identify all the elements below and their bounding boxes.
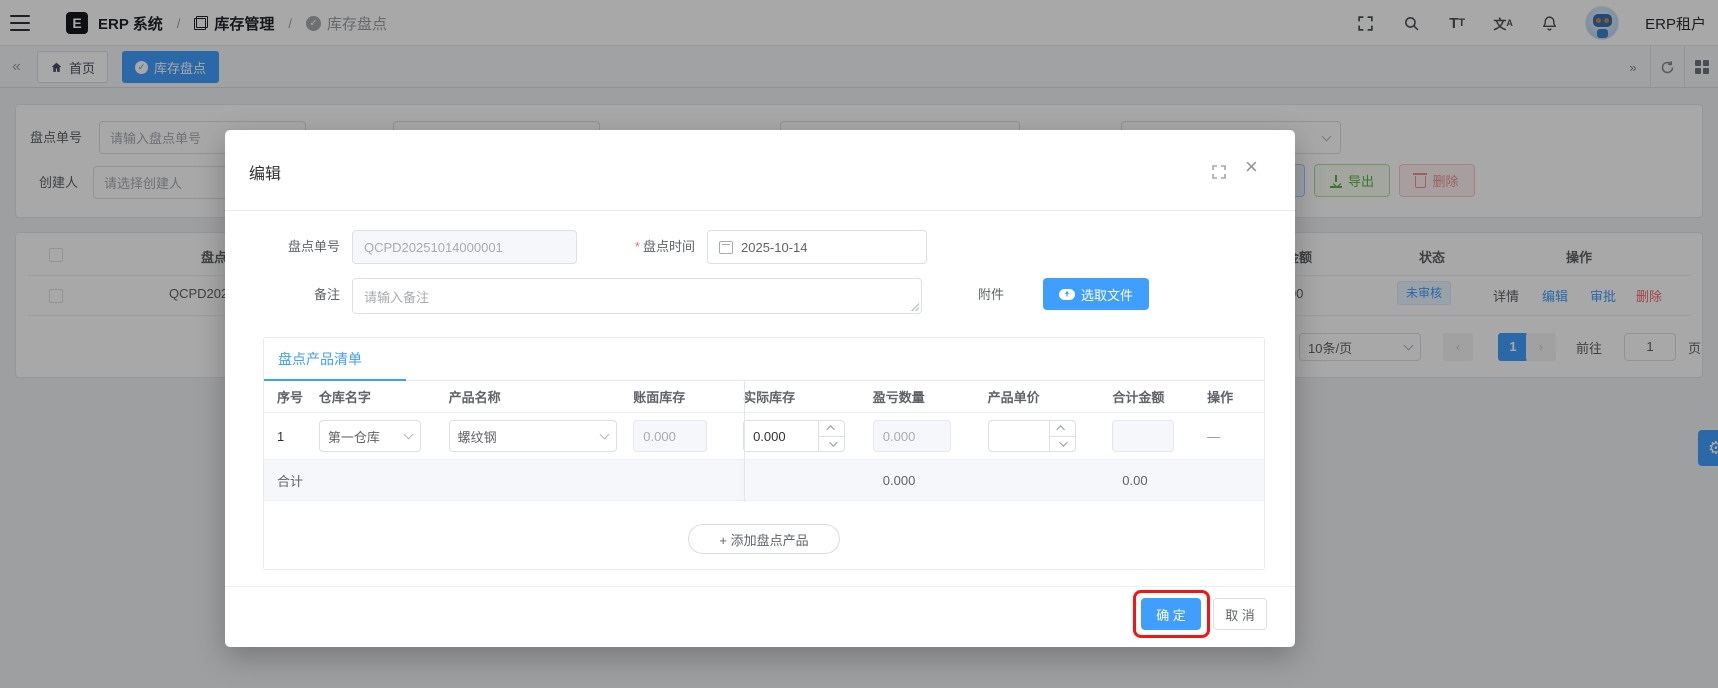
choose-file-button[interactable]: 选取文件 bbox=[1043, 278, 1149, 310]
tab-product-list[interactable]: 盘点产品清单 bbox=[278, 349, 362, 369]
fixed-column-divider bbox=[744, 381, 745, 502]
unit-price-input[interactable] bbox=[987, 420, 1076, 452]
spinner-down-icon[interactable] bbox=[819, 435, 845, 452]
chevron-down-icon bbox=[599, 429, 610, 440]
check-time-label: * 盘点时间 bbox=[634, 239, 695, 254]
total-label: 合计 bbox=[277, 473, 304, 489]
add-product-button[interactable]: + 添加盘点产品 bbox=[688, 524, 840, 554]
order-no-label: 盘点单号 bbox=[287, 239, 340, 254]
product-list-section: 盘点产品清单 序号 仓库名字 产品名称 账面库存 实际库存 盈亏数量 产品单价 … bbox=[263, 337, 1265, 570]
dialog-close-icon[interactable]: × bbox=[1245, 156, 1258, 178]
upload-cloud-icon bbox=[1058, 288, 1075, 300]
remark-label: 备注 bbox=[313, 287, 340, 302]
spinner-up-icon[interactable] bbox=[819, 421, 844, 436]
total-row: 合计 0.000 0.00 bbox=[264, 459, 1264, 501]
warehouse-select[interactable]: 第一仓库 bbox=[318, 420, 421, 452]
required-asterisk: * bbox=[634, 239, 640, 254]
spinner-down-icon[interactable] bbox=[1049, 435, 1075, 452]
actual-stock-input[interactable]: 0.000 bbox=[743, 420, 846, 452]
divider bbox=[225, 586, 1295, 587]
chevron-down-icon bbox=[403, 429, 414, 440]
check-time-date-input[interactable]: 2025-10-14 bbox=[707, 230, 927, 264]
row-ops: — bbox=[1207, 428, 1221, 444]
cancel-button[interactable]: 取 消 bbox=[1213, 598, 1267, 630]
calendar-icon bbox=[719, 240, 733, 254]
profit-loss-input: 0.000 bbox=[872, 420, 951, 452]
product-select[interactable]: 螺纹钢 bbox=[448, 420, 617, 452]
row-index: 1 bbox=[277, 428, 285, 444]
dialog-title: 编辑 bbox=[249, 166, 282, 183]
total-amount-input bbox=[1112, 420, 1175, 452]
confirm-button[interactable]: 确 定 bbox=[1141, 598, 1201, 630]
dialog-fullscreen-icon[interactable] bbox=[1211, 164, 1227, 180]
book-stock-input: 0.000 bbox=[633, 420, 708, 452]
product-table-row: 1 第一仓库 螺纹钢 0.000 0.000 0.000 — bbox=[264, 413, 1264, 459]
number-spinner[interactable] bbox=[818, 421, 845, 452]
total-profit-loss: 0.000 bbox=[882, 472, 916, 488]
attachment-label: 附件 bbox=[977, 287, 1004, 302]
spinner-up-icon[interactable] bbox=[1050, 421, 1075, 436]
number-spinner[interactable] bbox=[1048, 421, 1075, 452]
divider bbox=[225, 210, 1295, 211]
order-no-input: QCPD20251014000001 bbox=[352, 230, 577, 264]
active-tab-indicator bbox=[264, 379, 406, 381]
product-table-header: 序号 仓库名字 产品名称 账面库存 实际库存 盈亏数量 产品单价 合计金额 操作 bbox=[264, 381, 1264, 413]
total-amount-value: 0.00 bbox=[1122, 472, 1148, 488]
remark-textarea[interactable]: 请输入备注 bbox=[352, 278, 922, 314]
edit-dialog: 编辑 × 盘点单号 QCPD20251014000001 * 盘点时间 2025-… bbox=[225, 130, 1295, 647]
